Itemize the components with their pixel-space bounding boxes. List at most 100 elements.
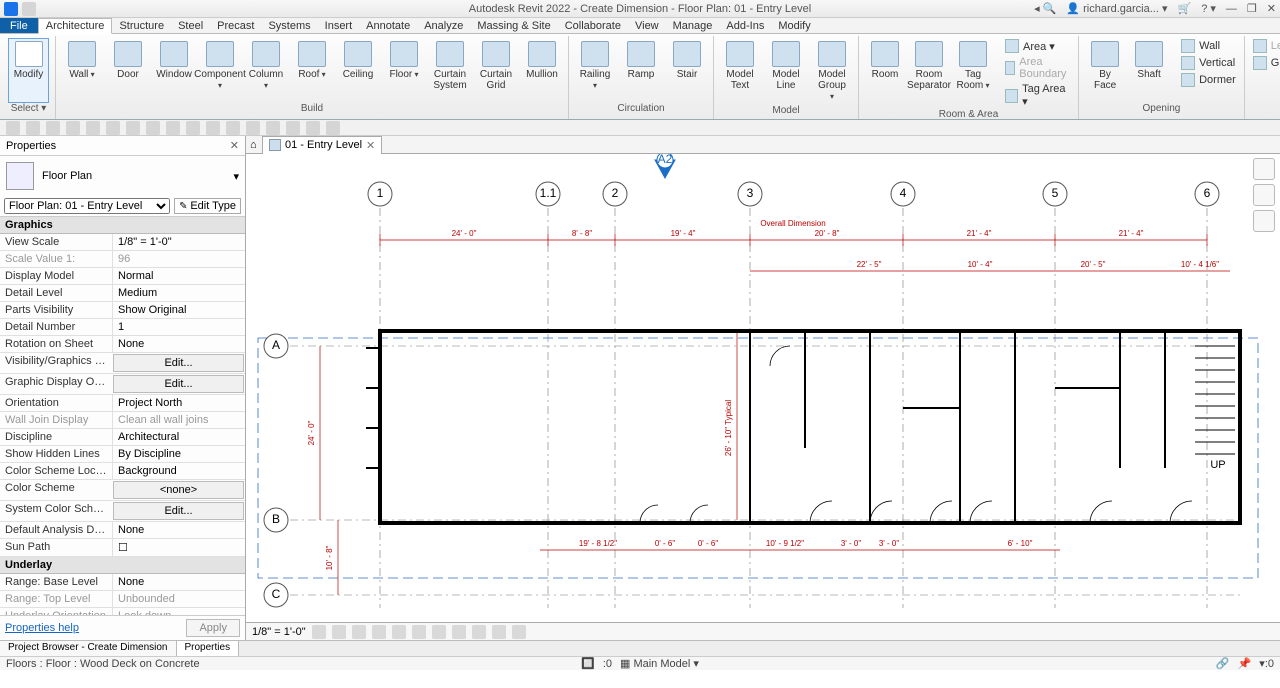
user-account[interactable]: 👤 richard.garcia... ▾ <box>1066 2 1167 15</box>
prop-row[interactable]: Display ModelNormal <box>0 268 245 285</box>
prop-row[interactable]: Show Hidden LinesBy Discipline <box>0 446 245 463</box>
qat-new-icon[interactable] <box>6 121 20 135</box>
prop-row[interactable]: Range: Base LevelNone <box>0 574 245 591</box>
nav-pan-icon[interactable] <box>1253 210 1275 232</box>
qat-dim-icon[interactable] <box>166 121 180 135</box>
qat-save-icon[interactable] <box>46 121 60 135</box>
tab-massing[interactable]: Massing & Site <box>470 18 557 33</box>
prop-row[interactable]: Graphic Display Opti...Edit... <box>0 374 245 395</box>
ribbon-ceiling[interactable]: Ceiling <box>338 38 378 103</box>
ribbon-side-level[interactable]: Level <box>1251 38 1280 54</box>
ribbon-side-tag-area-[interactable]: Tag Area ▾ <box>1003 82 1072 109</box>
ribbon-curtain-system[interactable]: Curtain System <box>430 38 470 103</box>
ribbon-wall[interactable]: Wall <box>62 38 102 103</box>
qat-measure-icon[interactable] <box>146 121 160 135</box>
ribbon-side-grid[interactable]: Grid <box>1251 55 1280 71</box>
ribbon-model-group[interactable]: Model Group <box>812 38 852 105</box>
shadows-icon[interactable] <box>372 625 386 639</box>
qat-3d-icon[interactable] <box>226 121 240 135</box>
tab-view[interactable]: View <box>628 18 666 33</box>
prop-row[interactable]: Sun Path☐ <box>0 539 245 557</box>
tab-architecture[interactable]: Architecture <box>38 18 113 34</box>
prop-row[interactable]: Parts VisibilityShow Original <box>0 302 245 319</box>
ribbon-stair[interactable]: Stair <box>667 38 707 103</box>
ribbon-ramp[interactable]: Ramp <box>621 38 661 103</box>
ribbon-window[interactable]: Window <box>154 38 194 103</box>
reveal-hidden-icon[interactable] <box>492 625 506 639</box>
ribbon-side-area-[interactable]: Area ▾ <box>1003 38 1072 54</box>
select-panel-label[interactable]: Select ▾ <box>8 103 49 117</box>
roomarea-panel-label[interactable]: Room & Area <box>865 109 1072 120</box>
properties-help-link[interactable]: Properties help <box>5 622 79 634</box>
tab-addins[interactable]: Add-Ins <box>719 18 771 33</box>
crop-view-icon[interactable] <box>412 625 426 639</box>
prop-row[interactable]: Color Scheme LocationBackground <box>0 463 245 480</box>
recent-files-icon[interactable] <box>22 2 36 16</box>
minimize-icon[interactable]: — <box>1226 3 1237 15</box>
rendering-icon[interactable] <box>392 625 406 639</box>
instance-selector[interactable]: Floor Plan: 01 - Entry Level <box>4 198 170 214</box>
properties-grid[interactable]: GraphicsView Scale1/8" = 1'-0"Scale Valu… <box>0 216 245 615</box>
ribbon-mullion[interactable]: Mullion <box>522 38 562 103</box>
prop-row[interactable]: Visibility/Graphics Ov...Edit... <box>0 353 245 374</box>
ribbon-side-wall[interactable]: Wall <box>1179 38 1238 54</box>
ribbon-railing[interactable]: Railing <box>575 38 615 103</box>
ribbon-component[interactable]: Component <box>200 38 240 103</box>
sun-path-icon[interactable] <box>352 625 366 639</box>
help-icon[interactable]: ? ▾ <box>1201 2 1216 15</box>
prop-row[interactable]: System Color SchemesEdit... <box>0 501 245 522</box>
tab-structure[interactable]: Structure <box>112 18 171 33</box>
properties-close-icon[interactable]: ✕ <box>230 139 239 152</box>
select-pinned-icon[interactable]: 📌 <box>1238 657 1252 670</box>
qat-tag-icon[interactable] <box>186 121 200 135</box>
ribbon-side-vertical[interactable]: Vertical <box>1179 55 1238 71</box>
ribbon-curtain-grid[interactable]: Curtain Grid <box>476 38 516 103</box>
tab-modify[interactable]: Modify <box>771 18 817 33</box>
prop-row[interactable]: Underlay OrientationLook down <box>0 608 245 615</box>
qat-redo-icon[interactable] <box>106 121 120 135</box>
ribbon-room-separator[interactable]: Room Separator <box>909 38 949 109</box>
tab-steel[interactable]: Steel <box>171 18 210 33</box>
tab-home-icon[interactable]: ⌂ <box>250 139 262 151</box>
ribbon-side-dormer[interactable]: Dormer <box>1179 72 1238 88</box>
prop-row[interactable]: Detail Number1 <box>0 319 245 336</box>
crop-region-icon[interactable] <box>432 625 446 639</box>
tab-insert[interactable]: Insert <box>318 18 360 33</box>
apply-button[interactable]: Apply <box>186 619 240 637</box>
prop-row[interactable]: Color Scheme<none> <box>0 480 245 501</box>
edit-type-button[interactable]: ✎ Edit Type <box>174 198 241 214</box>
app-exchange-icon[interactable]: 🛒 <box>1178 2 1192 15</box>
worksharing-icon[interactable] <box>512 625 526 639</box>
prop-row[interactable]: Scale Value 1:96 <box>0 251 245 268</box>
qat-close-icon[interactable] <box>286 121 300 135</box>
lock-3d-icon[interactable] <box>452 625 466 639</box>
file-tab[interactable]: File <box>0 18 38 33</box>
nav-zoom-icon[interactable] <box>1253 184 1275 206</box>
detail-level-icon[interactable] <box>312 625 326 639</box>
prop-row[interactable]: Rotation on SheetNone <box>0 336 245 353</box>
ribbon-room[interactable]: Room <box>865 38 905 109</box>
prop-row[interactable]: Range: Top LevelUnbounded <box>0 591 245 608</box>
visual-style-icon[interactable] <box>332 625 346 639</box>
qat-text-icon[interactable] <box>206 121 220 135</box>
prop-row[interactable]: Wall Join DisplayClean all wall joins <box>0 412 245 429</box>
prop-row[interactable]: OrientationProject North <box>0 395 245 412</box>
tab-collaborate[interactable]: Collaborate <box>558 18 628 33</box>
temp-hide-icon[interactable] <box>472 625 486 639</box>
tab-annotate[interactable]: Annotate <box>359 18 417 33</box>
ribbon-floor[interactable]: Floor <box>384 38 424 103</box>
ribbon-column[interactable]: Column <box>246 38 286 103</box>
view-tab-close-icon[interactable]: ✕ <box>366 139 375 152</box>
view-scale[interactable]: 1/8" = 1'-0" <box>252 626 306 638</box>
ribbon-roof[interactable]: Roof <box>292 38 332 103</box>
qat-more-icon[interactable] <box>326 121 340 135</box>
type-dropdown-icon[interactable]: ▾ <box>233 170 239 183</box>
qat-sync-icon[interactable] <box>66 121 80 135</box>
ribbon-model-text[interactable]: Model Text <box>720 38 760 105</box>
project-browser-tab[interactable]: Project Browser - Create Dimension <box>0 641 177 656</box>
filter-icon[interactable]: ▾:0 <box>1259 657 1274 670</box>
qat-section-icon[interactable] <box>246 121 260 135</box>
properties-tab-bottom[interactable]: Properties <box>177 641 240 656</box>
workset-icon[interactable]: 🔲 <box>581 657 595 670</box>
prop-row[interactable]: DisciplineArchitectural <box>0 429 245 446</box>
